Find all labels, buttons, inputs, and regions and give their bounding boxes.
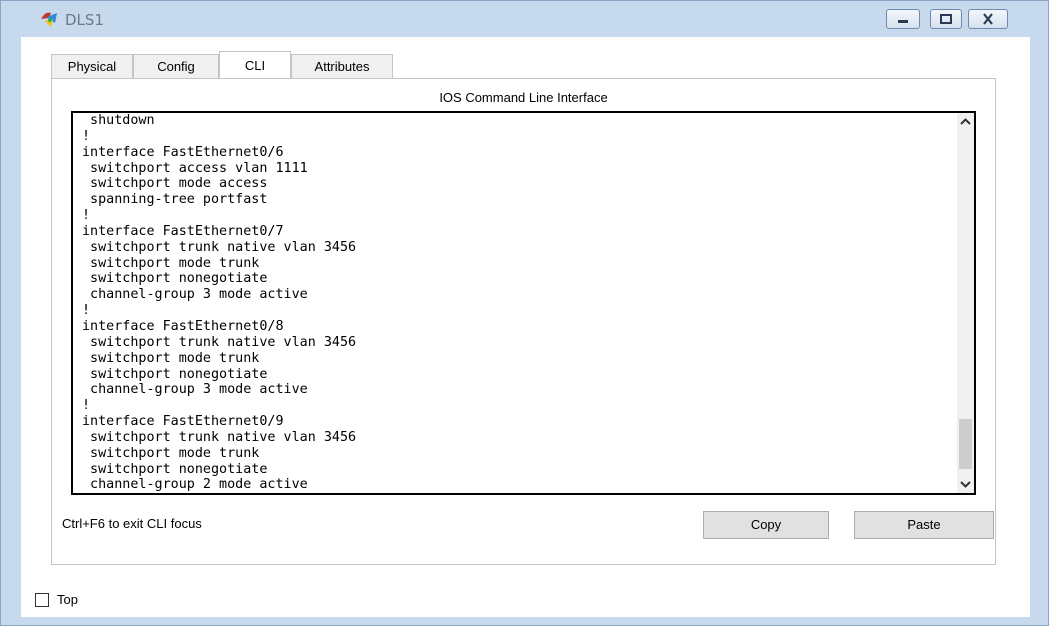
copy-button[interactable]: Copy xyxy=(703,511,829,539)
paste-button[interactable]: Paste xyxy=(854,511,994,539)
cli-line: switchport trunk native vlan 3456 xyxy=(82,334,357,350)
cli-focus-hint: Ctrl+F6 to exit CLI focus xyxy=(62,516,202,531)
cli-panel: IOS Command Line Interface shutdown ! in… xyxy=(51,78,996,565)
cli-line: ! xyxy=(82,303,91,319)
cli-line: switchport mode trunk xyxy=(82,445,260,461)
cli-line: switchport trunk native vlan 3456 xyxy=(82,239,357,255)
chevron-down-icon[interactable] xyxy=(957,476,974,493)
cli-line: switchport access vlan 1111 xyxy=(82,160,308,176)
cli-output[interactable]: shutdown ! interface FastEthernet0/6 swi… xyxy=(82,113,952,493)
tab-config[interactable]: Config xyxy=(133,54,219,78)
panel-title: IOS Command Line Interface xyxy=(439,90,608,105)
close-button[interactable] xyxy=(968,9,1008,29)
tab-attributes[interactable]: Attributes xyxy=(291,54,393,78)
cli-console[interactable]: shutdown ! interface FastEthernet0/6 swi… xyxy=(71,111,976,495)
scrollbar-thumb[interactable] xyxy=(959,419,972,469)
cli-line: channel-group 2 mode active xyxy=(82,477,308,493)
cli-line: switchport mode trunk xyxy=(82,255,260,271)
console-scrollbar[interactable] xyxy=(957,113,974,493)
window-client-area: Physical Config CLI Attributes IOS Comma… xyxy=(21,37,1030,617)
packet-tracer-device-icon xyxy=(39,9,61,29)
cli-line: ! xyxy=(82,398,91,414)
cli-line: interface FastEthernet0/7 xyxy=(82,223,284,239)
cli-line: ! xyxy=(82,208,91,224)
cli-line: switchport nonegotiate xyxy=(82,271,268,287)
tab-physical[interactable]: Physical xyxy=(51,54,133,78)
top-label: Top xyxy=(57,592,78,607)
tab-cli[interactable]: CLI xyxy=(219,51,291,79)
cli-line: interface FastEthernet0/8 xyxy=(82,318,284,334)
window-title: DLS1 xyxy=(65,11,104,29)
cli-line: interface FastEthernet0/6 xyxy=(82,144,284,160)
cli-line: spanning-tree portfast xyxy=(82,192,268,208)
cli-line: switchport nonegotiate xyxy=(82,366,268,382)
cli-line: channel-group 3 mode active xyxy=(82,287,308,303)
cli-line: switchport trunk native vlan 3456 xyxy=(82,429,357,445)
chevron-up-icon[interactable] xyxy=(957,113,974,130)
minimize-icon xyxy=(887,10,919,28)
cli-line: switchport mode access xyxy=(82,176,268,192)
minimize-button[interactable] xyxy=(886,9,920,29)
cli-line: channel-group 3 mode active xyxy=(82,382,308,398)
close-icon xyxy=(969,10,1007,28)
cli-line: switchport nonegotiate xyxy=(82,461,268,477)
device-window: DLS1 Physical Config CLI Attributes IOS … xyxy=(0,0,1049,626)
cli-line: shutdown xyxy=(82,113,155,128)
cli-line: switchport mode trunk xyxy=(82,350,260,366)
top-checkbox[interactable] xyxy=(35,593,49,607)
cli-line: ! xyxy=(82,128,91,144)
title-bar[interactable]: DLS1 xyxy=(1,1,1048,37)
cli-line: interface FastEthernet0/9 xyxy=(82,414,284,430)
maximize-button[interactable] xyxy=(930,9,962,29)
maximize-icon xyxy=(931,10,961,28)
